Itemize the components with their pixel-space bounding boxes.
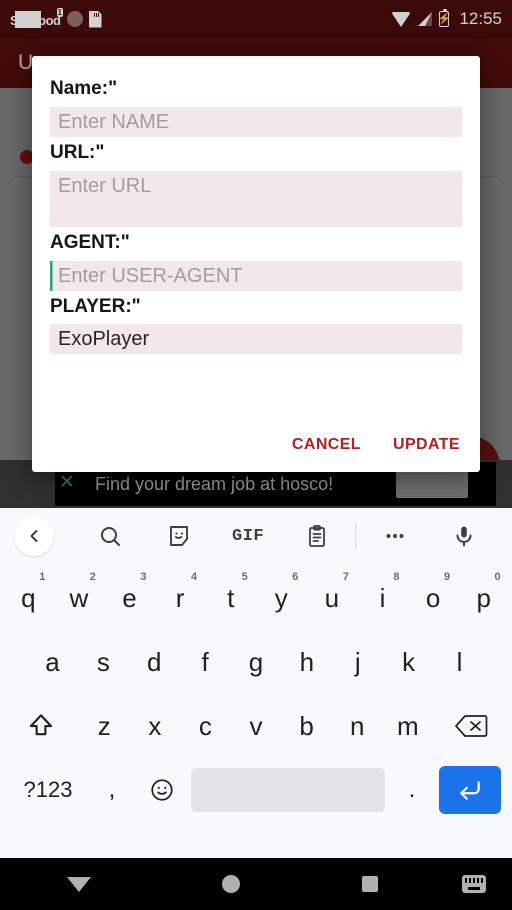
toolbar-divider — [355, 523, 357, 549]
clipboard-icon[interactable] — [282, 516, 351, 556]
enter-icon[interactable] — [439, 766, 501, 814]
key-w-number: 2 — [89, 571, 96, 583]
key-s[interactable]: s — [78, 633, 129, 691]
system-navigation-bar — [0, 858, 512, 910]
key-a[interactable]: a — [27, 633, 78, 691]
key-e-label: e — [122, 582, 137, 613]
dialog-actions: CANCEL UPDATE — [290, 428, 462, 462]
keyboard-row-1: 1q 2w 3e 4r 5t 6y 7u 8i 9o 0p — [3, 566, 509, 630]
key-e[interactable]: 3e — [104, 569, 155, 627]
keyboard-switcher-icon — [462, 875, 487, 893]
key-t-number: 5 — [241, 571, 248, 583]
comma-key[interactable]: , — [91, 766, 133, 814]
keyboard-row-2: a s d f g h j k l — [3, 630, 509, 694]
key-n[interactable]: n — [332, 697, 383, 755]
player-input[interactable]: ExoPlayer — [50, 324, 462, 355]
period-key[interactable]: . — [391, 766, 433, 814]
key-j[interactable]: j — [332, 633, 383, 691]
nav-keyboard-switch-button[interactable] — [437, 858, 512, 910]
key-h[interactable]: h — [281, 633, 332, 691]
key-c[interactable]: c — [180, 697, 231, 755]
search-icon[interactable] — [76, 516, 145, 556]
key-k[interactable]: k — [383, 633, 434, 691]
cancel-button[interactable]: CANCEL — [290, 428, 363, 462]
key-r-label: r — [175, 582, 185, 613]
key-o[interactable]: 9o — [408, 569, 459, 627]
key-y-label: y — [274, 582, 288, 613]
key-q-label: q — [21, 582, 36, 613]
shift-icon[interactable] — [3, 697, 79, 755]
key-d[interactable]: d — [129, 633, 180, 691]
recents-icon — [362, 876, 379, 892]
key-x[interactable]: x — [130, 697, 181, 755]
key-g[interactable]: g — [231, 633, 282, 691]
on-screen-keyboard: GIF 1q 2w 3e 4r 5t 6y 7u 8i 9o 0 p a s d… — [0, 508, 512, 858]
key-v[interactable]: v — [231, 697, 282, 755]
key-w-label: w — [69, 582, 89, 613]
user-agent-input[interactable]: Enter USER-AGENT — [50, 260, 462, 291]
screen: Spod 1 ⚡ 12:55 U Find your dream job at … — [0, 0, 512, 910]
key-u[interactable]: 7u — [307, 569, 358, 627]
key-i-number: 8 — [393, 571, 400, 583]
gif-icon[interactable]: GIF — [214, 516, 283, 556]
nav-home-button[interactable] — [158, 858, 304, 910]
backspace-icon[interactable] — [433, 697, 509, 755]
microphone-icon[interactable] — [429, 516, 498, 556]
key-w[interactable]: 2w — [54, 569, 105, 627]
key-o-label: o — [425, 582, 441, 613]
key-q-number: 1 — [39, 571, 46, 583]
space-key[interactable] — [191, 768, 385, 812]
key-p[interactable]: 0p — [458, 569, 509, 627]
key-e-number: 3 — [140, 571, 147, 583]
key-t[interactable]: 5t — [205, 569, 256, 627]
sticker-icon[interactable] — [145, 516, 214, 556]
key-i-label: i — [379, 582, 386, 613]
key-o-number: 9 — [443, 571, 451, 583]
key-f[interactable]: f — [180, 633, 231, 691]
nav-back-button[interactable] — [0, 858, 158, 910]
ad-banner-text: Find your dream job at hosco! — [95, 473, 334, 494]
key-p-number: 0 — [494, 571, 501, 583]
key-b[interactable]: b — [281, 697, 332, 755]
key-u-label: u — [324, 582, 340, 613]
home-icon — [221, 875, 240, 893]
update-button[interactable]: UPDATE — [391, 428, 462, 462]
key-m[interactable]: m — [382, 697, 433, 755]
key-z[interactable]: z — [79, 697, 130, 755]
key-y[interactable]: 6y — [256, 569, 307, 627]
back-down-icon — [66, 876, 91, 892]
url-input[interactable]: Enter URL — [50, 170, 462, 227]
keyboard-keys: 1q 2w 3e 4r 5t 6y 7u 8i 9o 0p a s d f g … — [0, 564, 512, 822]
keyboard-row-4: ?123 , . — [3, 758, 509, 822]
keyboard-row-3: z x c v b n m — [3, 694, 509, 758]
key-q[interactable]: 1q — [3, 569, 54, 627]
keyboard-toolbar: GIF — [0, 508, 512, 564]
more-options-icon[interactable] — [360, 516, 429, 556]
key-t-label: t — [227, 582, 235, 613]
key-u-number: 7 — [342, 571, 349, 583]
key-l[interactable]: l — [434, 633, 485, 691]
player-field-label: PLAYER:" — [50, 295, 141, 317]
url-field-label: URL:" — [50, 141, 105, 163]
name-field-label: Name:" — [50, 78, 118, 99]
key-y-number: 6 — [292, 571, 299, 583]
edit-channel-dialog: Name:" Enter NAME URL:" Enter URL AGENT:… — [32, 56, 480, 472]
back-chevron-icon[interactable] — [14, 516, 54, 556]
symbols-key[interactable]: ?123 — [11, 766, 85, 814]
nav-recents-button[interactable] — [303, 858, 436, 910]
agent-field-label: AGENT:" — [50, 231, 130, 253]
ad-close-icon[interactable]: ✕ — [58, 473, 76, 492]
key-i[interactable]: 8i — [357, 569, 408, 627]
key-p-label: p — [476, 582, 491, 613]
emoji-icon[interactable] — [139, 766, 185, 814]
ad-cta-button[interactable] — [396, 470, 468, 498]
key-r-number: 4 — [190, 571, 198, 583]
name-input[interactable]: Enter NAME — [50, 106, 462, 137]
key-r[interactable]: 4r — [155, 569, 206, 627]
